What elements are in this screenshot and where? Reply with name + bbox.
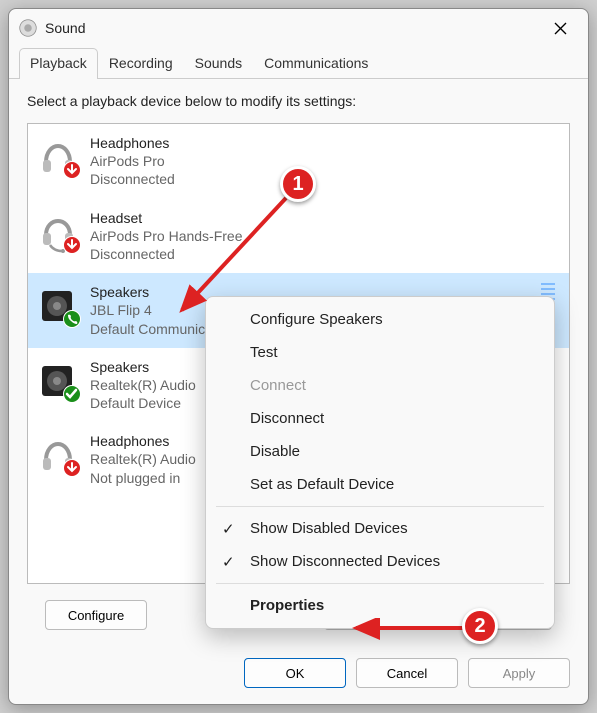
menu-item-disconnect[interactable]: Disconnect: [206, 402, 554, 435]
device-sub2: Disconnected: [90, 170, 559, 188]
menu-item-test[interactable]: Test: [206, 336, 554, 369]
device-sub2: Disconnected: [90, 245, 559, 263]
device-text: HeadsetAirPods Pro Hands-FreeDisconnecte…: [90, 209, 559, 264]
headset-icon: [36, 209, 80, 253]
menu-separator: [216, 583, 544, 584]
menu-item-properties[interactable]: Properties: [206, 589, 554, 622]
device-sub1: AirPods Pro: [90, 152, 559, 170]
device-name: Headphones: [90, 134, 559, 152]
context-menu: Configure SpeakersTestConnectDisconnectD…: [205, 296, 555, 629]
cancel-button[interactable]: Cancel: [356, 658, 458, 688]
tab-recording[interactable]: Recording: [98, 48, 184, 79]
menu-item-set-as-default-device[interactable]: Set as Default Device: [206, 468, 554, 501]
device-text: HeadphonesAirPods ProDisconnected: [90, 134, 559, 189]
annotation-badge-2: 2: [462, 608, 498, 644]
menu-item-disable[interactable]: Disable: [206, 435, 554, 468]
device-name: Headset: [90, 209, 559, 227]
titlebar: Sound: [9, 9, 588, 47]
menu-item-connect: Connect: [206, 369, 554, 402]
menu-item-show-disabled-devices[interactable]: Show Disabled Devices: [206, 512, 554, 545]
menu-separator: [216, 506, 544, 507]
instruction-text: Select a playback device below to modify…: [27, 93, 570, 109]
tab-communications[interactable]: Communications: [253, 48, 379, 79]
tab-sounds[interactable]: Sounds: [184, 48, 253, 79]
sound-icon: [19, 19, 37, 37]
window-title: Sound: [45, 20, 538, 36]
dialog-buttons: OK Cancel Apply: [9, 644, 588, 704]
menu-item-configure-speakers[interactable]: Configure Speakers: [206, 303, 554, 336]
menu-item-show-disconnected-devices[interactable]: Show Disconnected Devices: [206, 545, 554, 578]
tab-playback[interactable]: Playback: [19, 48, 98, 79]
tab-strip: Playback Recording Sounds Communications: [9, 47, 588, 79]
apply-button[interactable]: Apply: [468, 658, 570, 688]
ok-button[interactable]: OK: [244, 658, 346, 688]
close-button[interactable]: [538, 13, 582, 43]
headphones-icon: [36, 432, 80, 476]
device-sub1: AirPods Pro Hands-Free: [90, 227, 559, 245]
speaker-dark-icon: [36, 358, 80, 402]
annotation-badge-1: 1: [280, 166, 316, 202]
device-row[interactable]: HeadsetAirPods Pro Hands-FreeDisconnecte…: [28, 199, 569, 274]
headphones-icon: [36, 134, 80, 178]
speaker-dark-icon: [36, 283, 80, 327]
configure-button[interactable]: Configure: [45, 600, 147, 630]
